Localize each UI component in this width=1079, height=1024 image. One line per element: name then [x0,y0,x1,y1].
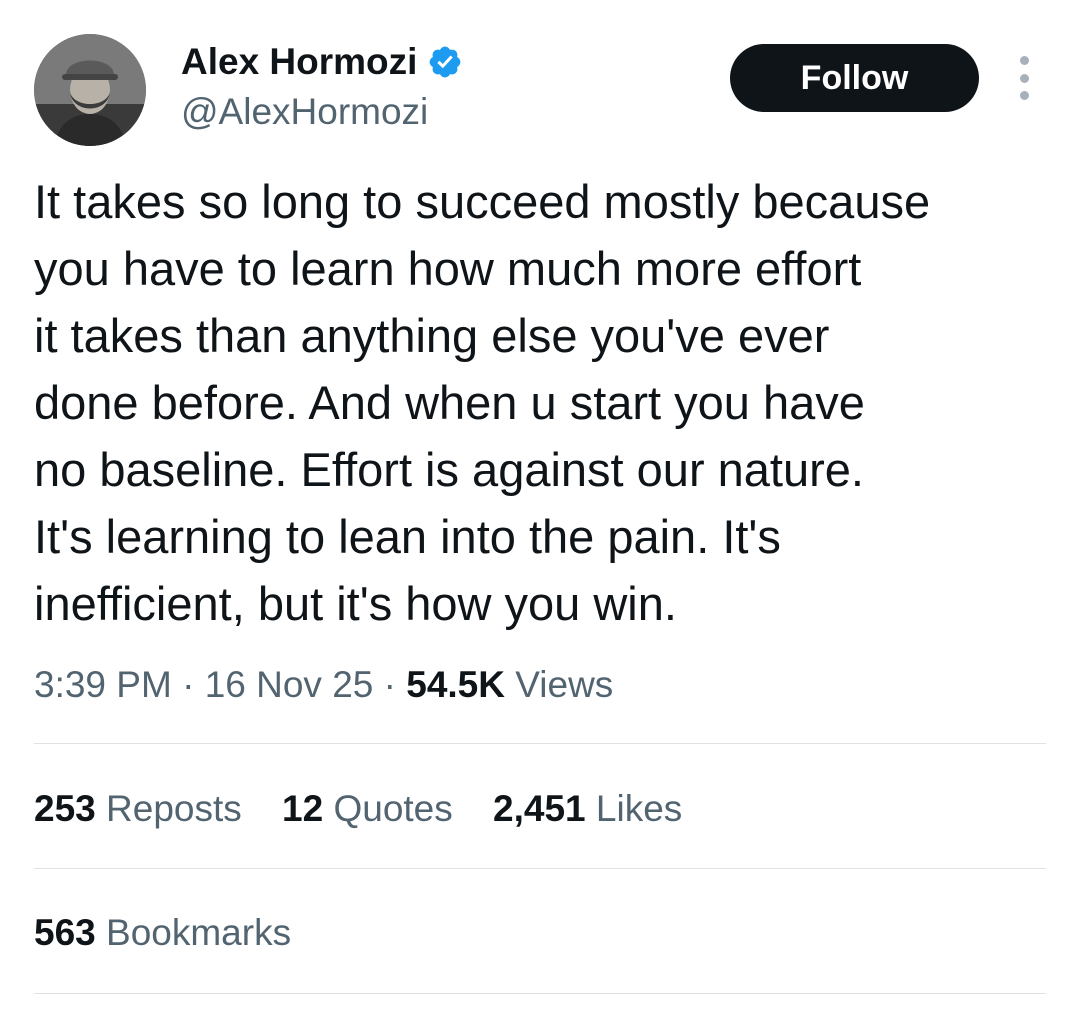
meta-separator: · [383,664,396,705]
quotes-stat[interactable]: 12 Quotes [282,784,453,834]
tweet-date[interactable]: 16 Nov 25 [205,664,374,705]
author-name-row[interactable]: Alex Hormozi [181,38,463,86]
more-dot [1019,73,1029,83]
tweet-meta: 3:39 PM · 16 Nov 25 · 54.5K Views [34,660,613,710]
tweet-text-line: it takes than anything else you've ever [34,309,830,362]
tweet-text-line: It's learning to lean into the pain. It'… [34,510,781,563]
tweet-text-line: you have to learn how much more effort [34,242,862,295]
quotes-count: 12 [282,788,324,829]
avatar-image [34,34,146,146]
likes-label: Likes [595,788,683,829]
engagement-stats: 253 Reposts 12 Quotes 2,451 Likes [34,784,712,834]
author-name[interactable]: Alex Hormozi [181,38,417,86]
tweet-text-line: no baseline. Effort is against our natur… [34,443,864,496]
tweet-text: It takes so long to succeed mostly becau… [34,168,1049,637]
tweet-text-line: It takes so long to succeed mostly becau… [34,175,931,228]
tweet-text-line: inefficient, but it's how you win. [34,577,677,630]
tweet-time[interactable]: 3:39 PM [34,664,172,705]
reposts-count: 253 [34,788,96,829]
reposts-label: Reposts [106,788,242,829]
meta-separator: · [182,664,195,705]
divider [34,993,1046,994]
reposts-stat[interactable]: 253 Reposts [34,784,242,834]
more-dot [1019,91,1029,100]
bookmarks-stat[interactable]: 563 Bookmarks [34,908,291,958]
views-count: 54.5K [406,664,505,705]
follow-button[interactable]: Follow [730,44,979,112]
more-dot [1019,56,1029,65]
more-vertical-icon[interactable] [1004,56,1044,100]
bookmarks-label: Bookmarks [106,912,292,953]
divider [34,868,1046,869]
bookmarks-count: 563 [34,912,96,953]
avatar[interactable] [34,34,146,146]
likes-stat[interactable]: 2,451 Likes [493,784,682,834]
quotes-label: Quotes [333,788,453,829]
divider [34,743,1046,744]
views-label: Views [515,664,614,705]
verified-badge-icon[interactable] [427,44,463,80]
author-handle[interactable]: @AlexHormozi [181,88,428,136]
likes-count: 2,451 [493,788,586,829]
tweet-text-line: done before. And when u start you have [34,376,865,429]
